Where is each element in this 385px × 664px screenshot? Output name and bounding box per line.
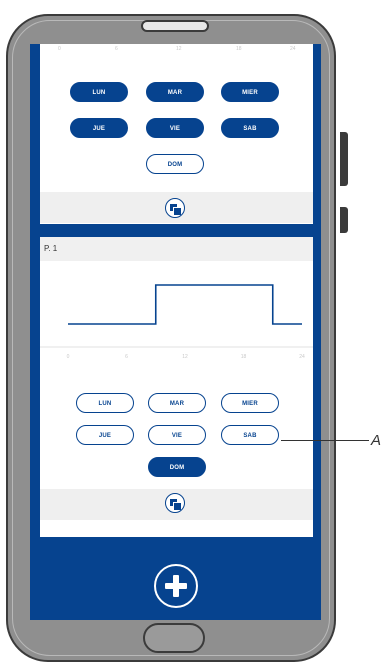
callout-line [281,440,369,441]
day-toggle-vie[interactable]: VIE [146,118,204,138]
day-toggle-dom[interactable]: DOM [148,457,206,477]
day-toggle-sab[interactable]: SAB [221,118,279,138]
day-toggle-lun[interactable]: LUN [76,393,134,413]
copy-icon[interactable] [165,198,185,218]
schedule-line [68,284,302,325]
axis-tick: 6 [115,46,118,52]
program-card-previous: 0 6 12 18 24 LUN MAR MIER JUE VIE SAB DO… [40,44,313,224]
speaker-grille [141,20,209,32]
day-toggle-mier[interactable]: MIER [221,393,279,413]
day-toggle-jue[interactable]: JUE [76,425,134,445]
x-tick-label: 6 [125,354,128,360]
x-tick-label: 0 [67,354,70,360]
axis-tick: 24 [290,46,296,52]
day-toggle-sab[interactable]: SAB [221,425,279,445]
day-toggle-mar[interactable]: MAR [148,393,206,413]
day-toggle-mar[interactable]: MAR [146,82,204,102]
copy-bar [40,489,313,520]
callout-label: A [371,432,382,449]
axis-tick: 0 [58,46,61,52]
add-program-button[interactable] [154,564,198,608]
day-toggle-jue[interactable]: JUE [70,118,128,138]
time-axis: 0 6 12 18 24 [40,46,313,54]
x-tick-label: 24 [299,354,305,360]
program-card: P. 1 0 6 12 18 24 LUN MAR MIER JUE VIE SAB D… [40,237,313,537]
schedule-chart: 0 6 12 18 24 [40,284,313,360]
x-tick-label: 18 [241,354,247,360]
axis-tick: 12 [176,46,182,52]
x-tick-label: 12 [182,354,188,360]
power-button [340,207,348,233]
volume-button [340,132,348,186]
day-toggle-dom[interactable]: DOM [146,154,204,174]
copy-icon[interactable] [165,493,185,513]
axis-tick: 18 [236,46,242,52]
day-toggle-vie[interactable]: VIE [148,425,206,445]
day-toggle-mier[interactable]: MIER [221,82,279,102]
app-screen: 0 6 12 18 24 LUN MAR MIER JUE VIE SAB DO… [30,44,321,620]
home-button[interactable] [143,623,205,653]
copy-bar [40,192,313,223]
day-toggle-lun[interactable]: LUN [70,82,128,102]
program-title: P. 1 [40,237,313,261]
